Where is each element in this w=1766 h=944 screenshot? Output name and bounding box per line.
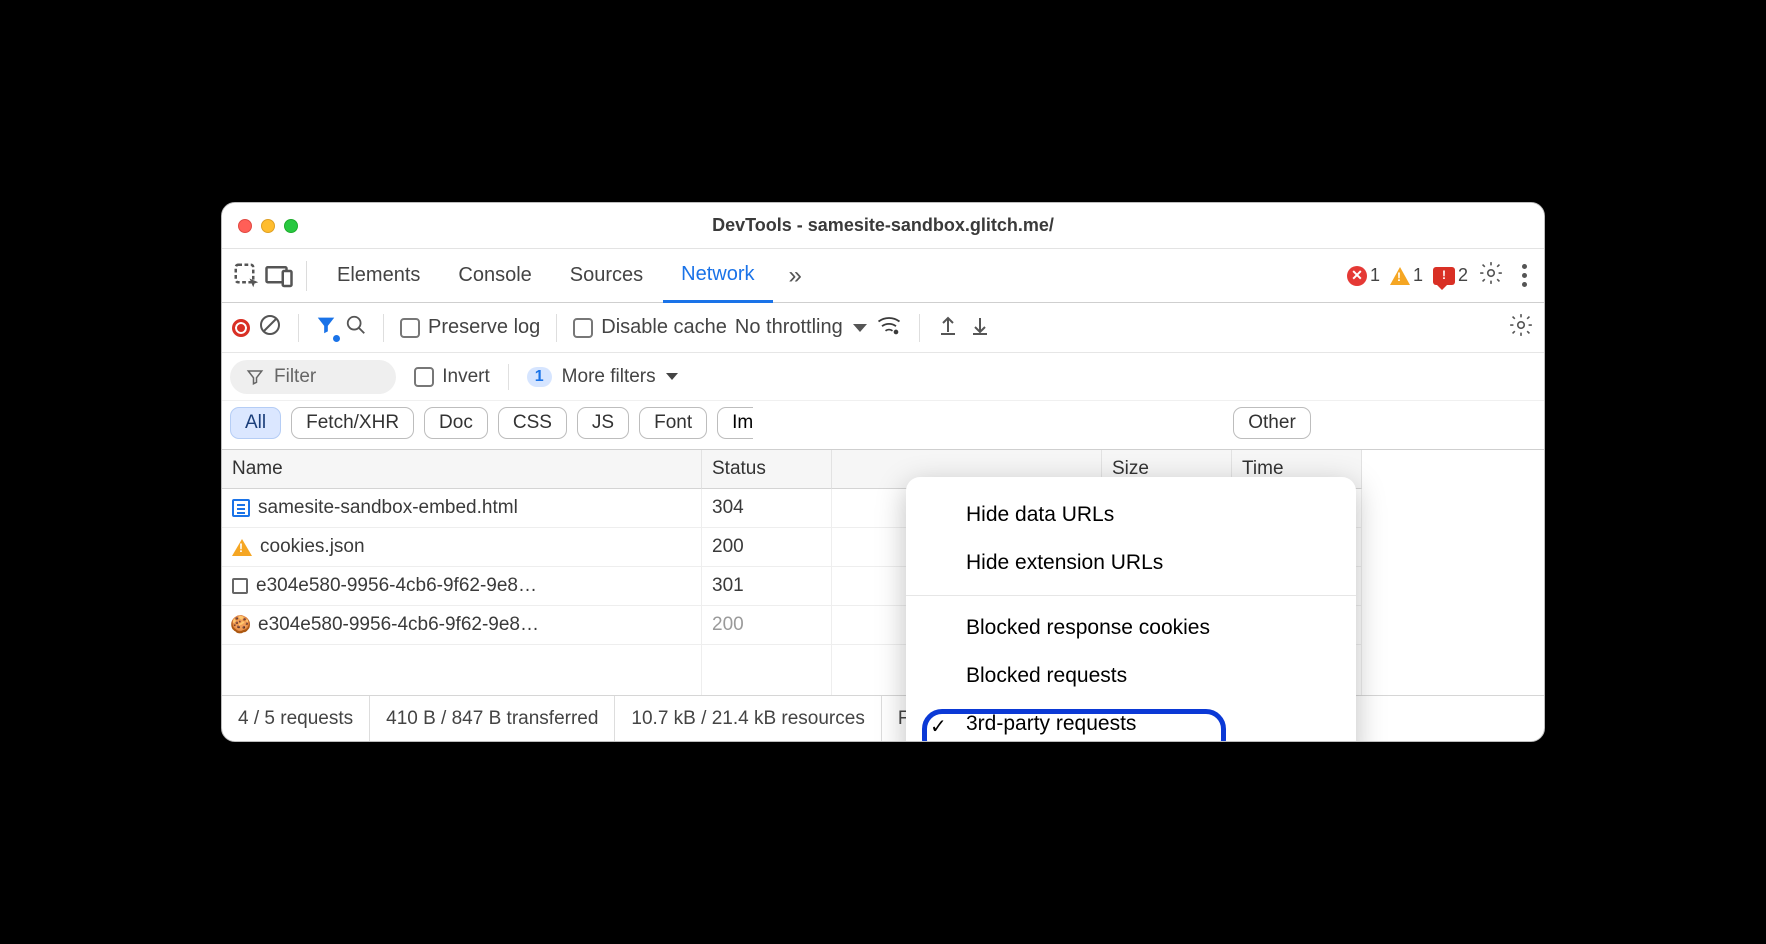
checkbox-icon bbox=[414, 367, 434, 387]
filter-count-badge: 1 bbox=[527, 367, 552, 387]
status-cell: 200 bbox=[702, 606, 832, 645]
table-row[interactable]: samesite-sandbox-embed.html bbox=[222, 489, 702, 528]
tab-elements[interactable]: Elements bbox=[319, 249, 438, 303]
status-cell: 304 bbox=[702, 489, 832, 528]
menu-3rd-party-requests[interactable]: ✓ 3rd-party requests bbox=[906, 700, 1356, 742]
tab-network[interactable]: Network bbox=[663, 249, 772, 303]
export-har-icon[interactable] bbox=[936, 313, 960, 342]
main-tabs: Elements Console Sources Network » ✕ 1 !… bbox=[222, 249, 1544, 303]
settings-icon[interactable] bbox=[1478, 260, 1504, 291]
document-icon bbox=[232, 499, 250, 517]
tab-console[interactable]: Console bbox=[440, 249, 549, 303]
table-row[interactable]: e304e580-9956-4cb6-9f62-9e8… bbox=[222, 567, 702, 606]
import-har-icon[interactable] bbox=[968, 313, 992, 342]
throttling-dropdown[interactable]: No throttling bbox=[735, 316, 867, 339]
cookie-icon: 🍪 bbox=[232, 616, 250, 634]
chip-css[interactable]: CSS bbox=[498, 407, 567, 439]
error-icon: ✕ bbox=[1347, 266, 1367, 286]
search-icon[interactable] bbox=[345, 314, 367, 341]
device-toolbar-icon[interactable] bbox=[264, 261, 294, 291]
network-conditions-icon[interactable] bbox=[875, 311, 903, 344]
traffic-lights bbox=[238, 219, 298, 233]
clear-icon[interactable] bbox=[258, 313, 282, 342]
maximize-window-icon[interactable] bbox=[284, 219, 298, 233]
warning-icon bbox=[232, 539, 252, 556]
status-transferred: 410 B / 847 B transferred bbox=[370, 696, 615, 741]
menu-blocked-requests[interactable]: Blocked requests bbox=[906, 652, 1356, 700]
chip-fetch-xhr[interactable]: Fetch/XHR bbox=[291, 407, 414, 439]
more-tabs-icon[interactable]: » bbox=[775, 262, 816, 290]
checkbox-icon bbox=[573, 318, 593, 338]
warning-icon: ! bbox=[1390, 267, 1410, 285]
invert-checkbox[interactable]: Invert bbox=[414, 366, 490, 388]
issues-count[interactable]: ! 2 bbox=[1433, 265, 1468, 286]
chip-other[interactable]: Other bbox=[1233, 407, 1311, 439]
window-title: DevTools - samesite-sandbox.glitch.me/ bbox=[222, 215, 1544, 236]
resource-icon bbox=[232, 578, 248, 594]
disable-cache-checkbox[interactable]: Disable cache bbox=[573, 316, 727, 339]
record-icon[interactable] bbox=[232, 319, 250, 337]
checkbox-icon bbox=[400, 318, 420, 338]
chip-all[interactable]: All bbox=[230, 407, 281, 439]
tab-sources[interactable]: Sources bbox=[552, 249, 661, 303]
error-count[interactable]: ✕ 1 bbox=[1347, 265, 1380, 286]
status-requests: 4 / 5 requests bbox=[222, 696, 370, 741]
menu-icon[interactable] bbox=[1514, 264, 1534, 287]
warning-count[interactable]: ! 1 bbox=[1390, 265, 1423, 286]
more-filters-dropdown[interactable]: 1 More filters bbox=[527, 366, 678, 388]
network-settings-icon[interactable] bbox=[1508, 312, 1534, 343]
network-toolbar: Preserve log Disable cache No throttling bbox=[222, 303, 1544, 353]
status-cell: 301 bbox=[702, 567, 832, 606]
col-name[interactable]: Name bbox=[222, 450, 702, 489]
devtools-window: DevTools - samesite-sandbox.glitch.me/ E… bbox=[221, 202, 1545, 742]
issues-icon: ! bbox=[1433, 267, 1455, 285]
status-cell: 200 bbox=[702, 528, 832, 567]
chip-doc[interactable]: Doc bbox=[424, 407, 488, 439]
chevron-down-icon bbox=[666, 373, 678, 380]
check-icon: ✓ bbox=[930, 714, 947, 739]
titlebar: DevTools - samesite-sandbox.glitch.me/ bbox=[222, 203, 1544, 249]
close-window-icon[interactable] bbox=[238, 219, 252, 233]
table-row[interactable]: 🍪 e304e580-9956-4cb6-9f62-9e8… bbox=[222, 606, 702, 645]
minimize-window-icon[interactable] bbox=[261, 219, 275, 233]
filter-bar: Filter Invert 1 More filters bbox=[222, 353, 1544, 401]
funnel-icon bbox=[246, 368, 264, 386]
filter-input[interactable]: Filter bbox=[230, 360, 396, 394]
chip-font[interactable]: Font bbox=[639, 407, 707, 439]
preserve-log-checkbox[interactable]: Preserve log bbox=[400, 316, 540, 339]
menu-hide-data-urls[interactable]: Hide data URLs bbox=[906, 491, 1356, 539]
chip-js[interactable]: JS bbox=[577, 407, 629, 439]
table-row[interactable]: cookies.json bbox=[222, 528, 702, 567]
filter-toggle-icon[interactable] bbox=[315, 314, 337, 341]
inspect-element-icon[interactable] bbox=[232, 261, 262, 291]
menu-hide-extension-urls[interactable]: Hide extension URLs bbox=[906, 539, 1356, 587]
chip-img[interactable]: Im bbox=[717, 407, 753, 439]
col-status[interactable]: Status bbox=[702, 450, 832, 489]
chevron-down-icon bbox=[853, 324, 867, 332]
resource-type-filter: All Fetch/XHR Doc CSS JS Font Im Other bbox=[222, 401, 1544, 450]
more-filters-menu: Hide data URLs Hide extension URLs Block… bbox=[906, 477, 1356, 742]
menu-blocked-response-cookies[interactable]: Blocked response cookies bbox=[906, 604, 1356, 652]
status-resources: 10.7 kB / 21.4 kB resources bbox=[615, 696, 881, 741]
